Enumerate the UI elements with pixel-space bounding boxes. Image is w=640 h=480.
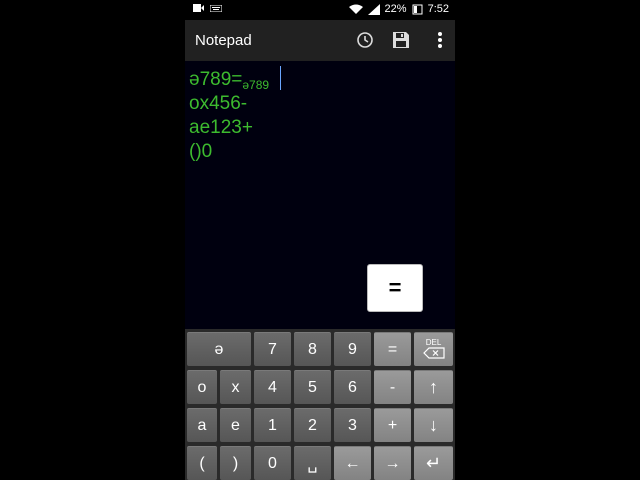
editor-line: ae123+ (189, 117, 253, 138)
key-equals[interactable]: = (374, 332, 411, 366)
phone-screen: 22% 7:52 Notepad ə789=ə789 ox456- ae123+… (185, 0, 455, 480)
signal-icon (367, 3, 380, 15)
key-a[interactable]: a (187, 408, 217, 442)
editor-line: ()0 (189, 141, 213, 162)
more-vert-icon[interactable] (430, 30, 450, 50)
key-x[interactable]: x (220, 370, 251, 404)
key-9[interactable]: 9 (334, 332, 371, 366)
status-bar: 22% 7:52 (185, 0, 455, 20)
calculator-keyboard: ə 7 8 9 = DEL o x 4 5 6 - ↑ a e 1 2 3 + … (185, 329, 455, 480)
video-camera-icon (193, 4, 204, 12)
evaluate-button[interactable]: = (367, 264, 423, 312)
history-icon[interactable] (355, 30, 375, 50)
key-7[interactable]: 7 (254, 332, 291, 366)
editor-area[interactable]: ə789=ə789 ox456- ae123+ ()0 = (185, 61, 455, 329)
battery-icon (412, 4, 423, 15)
keyboard-icon (210, 4, 222, 12)
key-close-paren[interactable]: ) (220, 446, 251, 480)
key-minus[interactable]: - (374, 370, 411, 404)
battery-percent: 22% (384, 3, 407, 15)
key-e[interactable]: e (220, 408, 251, 442)
key-space[interactable]: ␣ (294, 446, 331, 480)
save-icon[interactable] (391, 30, 411, 50)
key-left-arrow[interactable]: ← (334, 446, 371, 480)
key-open-paren[interactable]: ( (187, 446, 217, 480)
key-schwa[interactable]: ə (187, 332, 251, 366)
key-0[interactable]: 0 (254, 446, 291, 480)
backspace-icon (422, 346, 445, 361)
key-2[interactable]: 2 (294, 408, 331, 442)
key-plus[interactable]: + (374, 408, 411, 442)
key-1[interactable]: 1 (254, 408, 291, 442)
line-text: ə789= (189, 69, 243, 90)
editor-line: ə789=ə789 (189, 69, 269, 96)
key-o[interactable]: o (187, 370, 217, 404)
key-enter[interactable]: ↵ (414, 446, 453, 480)
key-delete[interactable]: DEL (414, 332, 453, 366)
app-bar: Notepad (185, 20, 455, 61)
editor-line: ox456- (189, 93, 248, 114)
text-cursor (280, 66, 281, 90)
key-right-arrow[interactable]: → (374, 446, 411, 480)
line-result: ə789 (242, 78, 270, 92)
key-8[interactable]: 8 (294, 332, 331, 366)
app-title: Notepad (195, 32, 252, 49)
clock-time: 7:52 (427, 3, 449, 15)
key-delete-label: DEL (425, 337, 442, 347)
wifi-icon (348, 4, 363, 15)
key-6[interactable]: 6 (334, 370, 371, 404)
key-up-arrow[interactable]: ↑ (414, 370, 453, 404)
key-3[interactable]: 3 (334, 408, 371, 442)
key-5[interactable]: 5 (294, 370, 331, 404)
key-4[interactable]: 4 (254, 370, 291, 404)
key-down-arrow[interactable]: ↓ (414, 408, 453, 442)
